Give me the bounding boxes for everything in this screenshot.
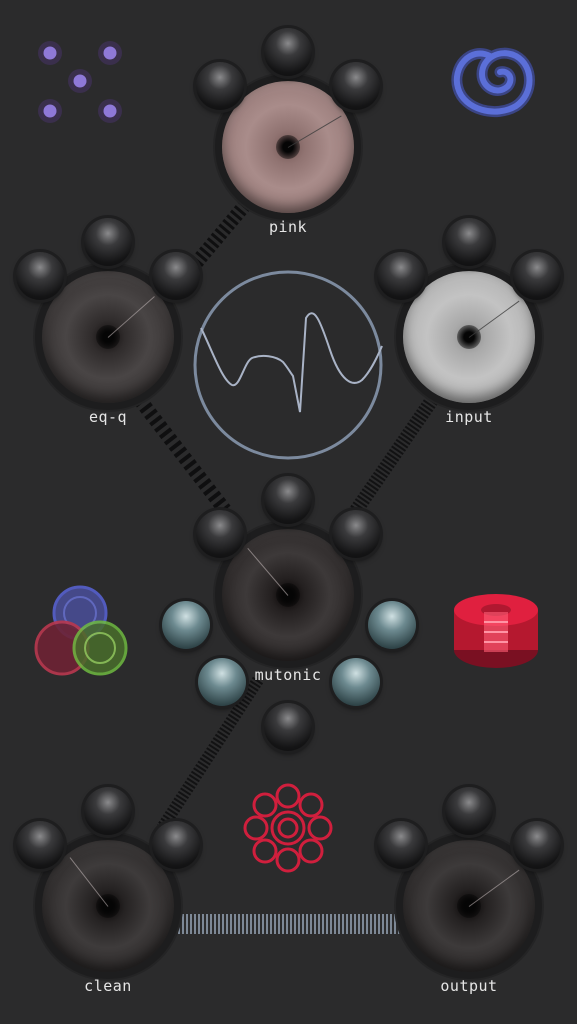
jack-output-top[interactable] <box>445 787 493 835</box>
jack-eqq-top[interactable] <box>84 218 132 266</box>
jack-mutonic-mid-left[interactable] <box>162 601 210 649</box>
dots-icon[interactable] <box>38 41 122 123</box>
label-input: input <box>445 408 493 426</box>
jack-input-left[interactable] <box>377 252 425 300</box>
jack-input-right[interactable] <box>513 252 561 300</box>
jack-pink-right[interactable] <box>332 62 380 110</box>
jack-eqq-left[interactable] <box>16 252 64 300</box>
spiral-icon[interactable] <box>451 47 535 118</box>
jack-mutonic-top[interactable] <box>264 476 312 524</box>
flower-icon[interactable] <box>243 783 333 873</box>
jack-pink-left[interactable] <box>196 62 244 110</box>
label-output: output <box>440 977 498 995</box>
jack-pink-top[interactable] <box>264 28 312 76</box>
jack-clean-left[interactable] <box>16 821 64 869</box>
synth-panel: pink eq-q input mutonic clean output <box>0 0 577 1024</box>
jack-mutonic-right[interactable] <box>332 510 380 558</box>
jack-mutonic-mid-right[interactable] <box>368 601 416 649</box>
jack-clean-right[interactable] <box>152 821 200 869</box>
jack-output-right[interactable] <box>513 821 561 869</box>
jack-output-left[interactable] <box>377 821 425 869</box>
drum-icon[interactable] <box>454 594 538 668</box>
rgb-circles-icon[interactable] <box>34 585 128 676</box>
jack-input-top[interactable] <box>445 218 493 266</box>
jack-eqq-right[interactable] <box>152 252 200 300</box>
label-eq-q: eq-q <box>88 408 128 426</box>
jack-clean-top[interactable] <box>84 787 132 835</box>
label-pink: pink <box>268 218 308 236</box>
label-clean: clean <box>84 977 132 995</box>
jack-mutonic-left[interactable] <box>196 510 244 558</box>
jack-mutonic-bottom[interactable] <box>264 703 312 751</box>
label-mutonic: mutonic <box>254 666 322 684</box>
